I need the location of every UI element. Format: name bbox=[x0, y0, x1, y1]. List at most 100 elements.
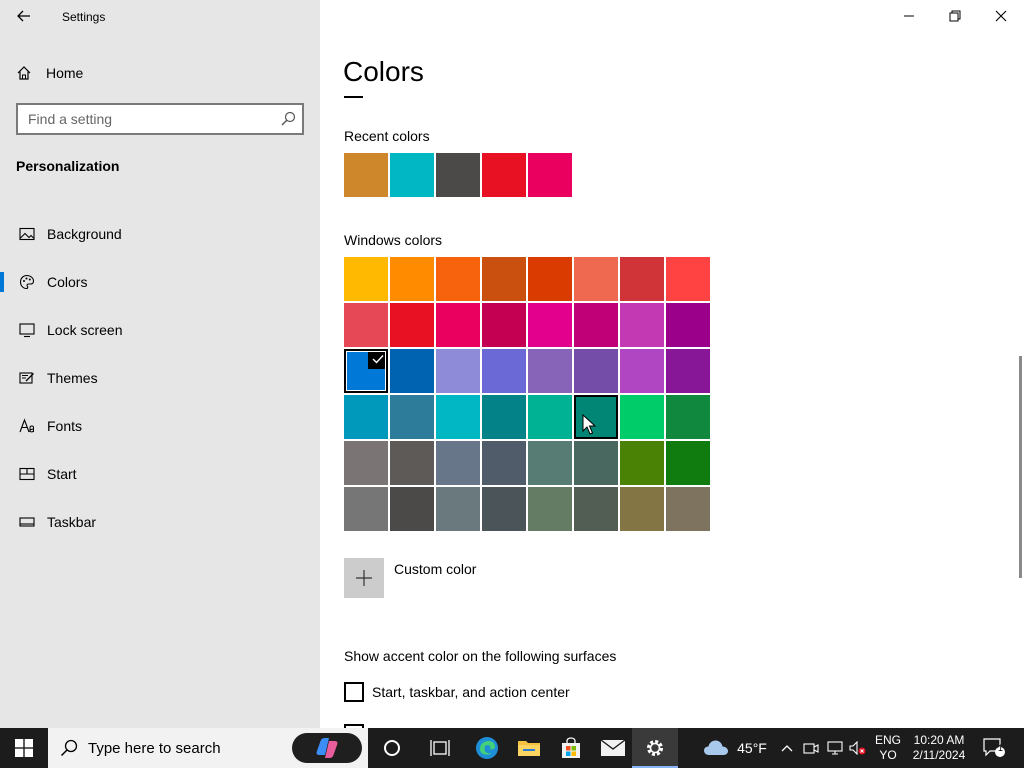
sidebar-item-taskbar[interactable]: Taskbar bbox=[0, 498, 320, 546]
windows-color-swatch[interactable] bbox=[436, 395, 480, 439]
windows-color-swatch-selected[interactable] bbox=[344, 349, 388, 393]
windows-color-swatch[interactable] bbox=[482, 303, 526, 347]
sidebar-item-colors[interactable]: Colors bbox=[0, 258, 320, 306]
task-view-button[interactable] bbox=[418, 728, 462, 768]
windows-color-swatch[interactable] bbox=[390, 441, 434, 485]
checkbox-start-taskbar-row[interactable]: Start, taskbar, and action center bbox=[344, 682, 570, 702]
windows-color-swatch[interactable] bbox=[528, 303, 572, 347]
windows-color-swatch[interactable] bbox=[574, 441, 618, 485]
recent-color-swatch[interactable] bbox=[390, 153, 434, 197]
folder-icon bbox=[518, 741, 540, 756]
close-icon bbox=[995, 10, 1007, 22]
windows-color-swatch[interactable] bbox=[666, 257, 710, 301]
action-center-button[interactable]: 1 bbox=[976, 728, 1012, 768]
windows-color-swatch[interactable] bbox=[574, 257, 618, 301]
network-button[interactable] bbox=[824, 728, 846, 768]
task-view-icon bbox=[430, 740, 450, 756]
cloud-icon bbox=[704, 740, 729, 755]
windows-color-swatch[interactable] bbox=[344, 441, 388, 485]
copilot-button[interactable] bbox=[292, 733, 362, 763]
windows-color-swatch[interactable] bbox=[390, 257, 434, 301]
custom-color-label[interactable]: Custom color bbox=[394, 561, 476, 577]
sidebar-nav: Background Colors Lock screen Themes Fon… bbox=[0, 210, 320, 546]
windows-color-swatch[interactable] bbox=[436, 349, 480, 393]
windows-color-swatch[interactable] bbox=[620, 441, 664, 485]
recent-color-swatch[interactable] bbox=[528, 153, 572, 197]
windows-color-swatch[interactable] bbox=[390, 487, 434, 531]
windows-color-swatch[interactable] bbox=[344, 303, 388, 347]
sidebar-item-themes[interactable]: Themes bbox=[0, 354, 320, 402]
windows-color-swatch[interactable] bbox=[344, 257, 388, 301]
windows-color-swatch[interactable] bbox=[482, 257, 526, 301]
windows-color-swatch[interactable] bbox=[390, 303, 434, 347]
start-button[interactable] bbox=[0, 728, 48, 768]
windows-color-swatch[interactable] bbox=[620, 487, 664, 531]
minimize-button[interactable] bbox=[886, 0, 932, 32]
sidebar-item-fonts[interactable]: Fonts bbox=[0, 402, 320, 450]
fonts-icon bbox=[18, 417, 36, 435]
windows-color-swatch[interactable] bbox=[666, 487, 710, 531]
weather-widget[interactable]: 45°F bbox=[700, 728, 770, 768]
windows-color-swatch[interactable] bbox=[436, 303, 480, 347]
windows-color-swatch[interactable] bbox=[436, 487, 480, 531]
clock-button[interactable]: 10:20 AM 2/11/2024 bbox=[906, 733, 972, 763]
show-hidden-icons-button[interactable] bbox=[776, 728, 798, 768]
settings-search-box[interactable] bbox=[16, 103, 304, 135]
windows-color-swatch[interactable] bbox=[666, 349, 710, 393]
windows-color-swatch[interactable] bbox=[482, 441, 526, 485]
recent-color-swatch[interactable] bbox=[482, 153, 526, 197]
settings-taskbar-button[interactable] bbox=[632, 728, 678, 768]
recent-color-swatch[interactable] bbox=[436, 153, 480, 197]
sidebar-item-lock-screen[interactable]: Lock screen bbox=[0, 306, 320, 354]
restore-button[interactable] bbox=[932, 0, 978, 32]
windows-color-swatch[interactable] bbox=[620, 349, 664, 393]
windows-color-swatch[interactable] bbox=[390, 395, 434, 439]
windows-color-swatch[interactable] bbox=[482, 349, 526, 393]
weather-temp: 45°F bbox=[737, 740, 767, 756]
custom-color-button[interactable] bbox=[344, 558, 384, 598]
start-icon bbox=[18, 465, 36, 483]
windows-color-swatch[interactable] bbox=[528, 487, 572, 531]
input-language-button[interactable]: ENG YO bbox=[872, 733, 904, 763]
windows-color-swatch[interactable] bbox=[620, 257, 664, 301]
edge-button[interactable] bbox=[464, 728, 510, 768]
store-button[interactable] bbox=[552, 728, 590, 768]
windows-color-swatch[interactable] bbox=[528, 395, 572, 439]
windows-color-swatch[interactable] bbox=[482, 395, 526, 439]
sidebar-item-start[interactable]: Start bbox=[0, 450, 320, 498]
windows-color-swatch[interactable] bbox=[436, 257, 480, 301]
windows-color-swatch[interactable] bbox=[528, 257, 572, 301]
meet-now-button[interactable] bbox=[800, 728, 822, 768]
taskbar-search-box[interactable]: Type here to search bbox=[48, 728, 368, 768]
checkbox-start-taskbar[interactable] bbox=[344, 682, 364, 702]
volume-button[interactable] bbox=[846, 728, 870, 768]
windows-color-swatch[interactable] bbox=[666, 303, 710, 347]
sidebar-item-label: Taskbar bbox=[47, 514, 97, 530]
windows-color-swatch[interactable] bbox=[390, 349, 434, 393]
file-explorer-button[interactable] bbox=[510, 728, 548, 768]
windows-color-swatch[interactable] bbox=[620, 303, 664, 347]
windows-color-swatch[interactable] bbox=[574, 349, 618, 393]
windows-color-swatch[interactable] bbox=[574, 487, 618, 531]
windows-color-swatch[interactable] bbox=[666, 395, 710, 439]
windows-color-swatch[interactable] bbox=[666, 441, 710, 485]
windows-color-swatch[interactable] bbox=[344, 395, 388, 439]
recent-color-swatch[interactable] bbox=[344, 153, 388, 197]
close-button[interactable] bbox=[978, 0, 1024, 32]
sidebar-item-background[interactable]: Background bbox=[0, 210, 320, 258]
windows-color-swatch[interactable] bbox=[620, 395, 664, 439]
back-button[interactable] bbox=[14, 6, 34, 26]
picture-icon bbox=[18, 225, 36, 243]
windows-color-swatch[interactable] bbox=[482, 487, 526, 531]
settings-search-input[interactable] bbox=[28, 105, 278, 133]
windows-color-swatch[interactable] bbox=[528, 441, 572, 485]
windows-color-swatch[interactable] bbox=[574, 303, 618, 347]
mail-button[interactable] bbox=[594, 728, 632, 768]
sidebar-item-home[interactable]: Home bbox=[16, 60, 306, 86]
windows-color-swatch[interactable] bbox=[528, 349, 572, 393]
scrollbar-thumb[interactable] bbox=[1019, 356, 1022, 578]
windows-color-swatch-hovered[interactable] bbox=[574, 395, 618, 439]
windows-color-swatch[interactable] bbox=[436, 441, 480, 485]
windows-color-swatch[interactable] bbox=[344, 487, 388, 531]
cortana-button[interactable] bbox=[370, 728, 414, 768]
